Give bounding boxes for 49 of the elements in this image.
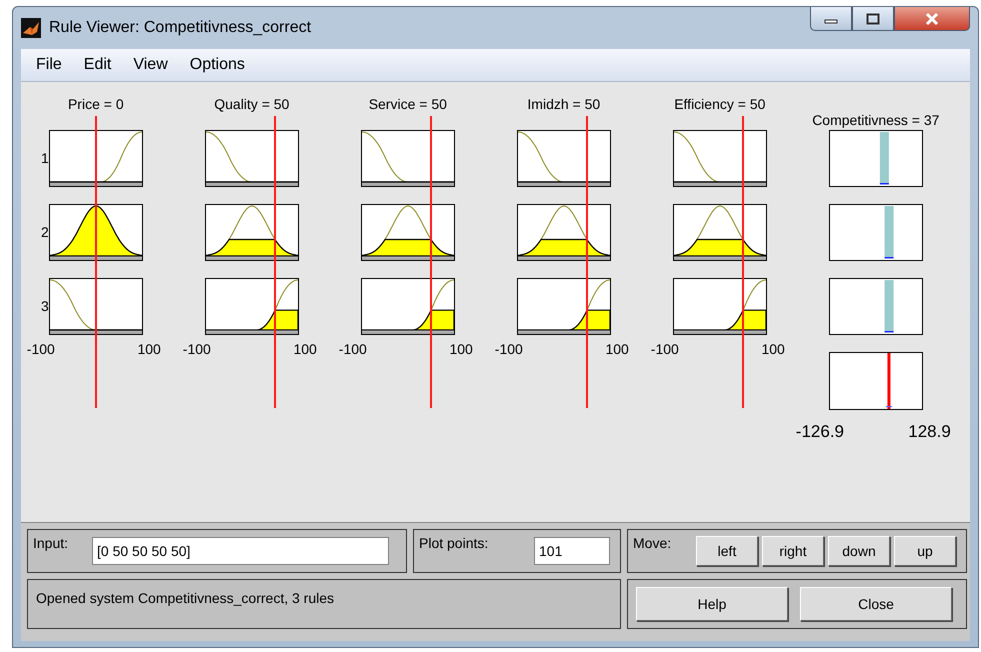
output-variable-label: Competitivness = 37 xyxy=(812,112,940,128)
input-variable-label: Quality = 50 xyxy=(214,96,290,112)
move-button[interactable]: up xyxy=(894,536,956,566)
rule-number: 1 xyxy=(41,150,49,166)
axis-min-label: -126.9 xyxy=(796,422,844,442)
status-text: Opened system Competitivness_correct, 3 rules xyxy=(36,590,334,606)
axis-min-label: -100 xyxy=(182,341,211,357)
axis-max-label: 100 xyxy=(761,341,785,357)
input-value-line[interactable] xyxy=(274,116,276,408)
move-label: Move: xyxy=(633,535,672,551)
axis-max-label: 100 xyxy=(605,341,629,357)
rule-number: 2 xyxy=(41,224,49,240)
move-button[interactable]: down xyxy=(828,536,890,566)
input-value-line[interactable] xyxy=(94,116,97,408)
action-button[interactable]: Close xyxy=(800,587,952,621)
menu-item[interactable]: Edit xyxy=(72,52,122,78)
app-logo-icon xyxy=(21,18,41,38)
menu-item[interactable]: View xyxy=(122,52,179,78)
input-variable-label: Efficiency = 50 xyxy=(674,96,766,112)
close-button[interactable] xyxy=(894,7,970,31)
axis-max-label: 100 xyxy=(137,341,161,357)
move-button[interactable]: right xyxy=(762,536,824,566)
input-value-line[interactable] xyxy=(430,116,432,408)
maximize-icon xyxy=(866,12,880,24)
axis-min-label: -100 xyxy=(494,341,523,357)
axis-min-label: -100 xyxy=(338,341,367,357)
axis-max-label: 100 xyxy=(449,341,473,357)
move-button[interactable]: left xyxy=(696,536,758,566)
action-button[interactable]: Help xyxy=(636,587,788,621)
plot-points-field[interactable]: 101 xyxy=(534,537,610,565)
input-variable-label: Imidzh = 50 xyxy=(527,96,600,112)
menu-item[interactable]: Options xyxy=(178,52,256,78)
input-value-line[interactable] xyxy=(586,116,588,408)
minimize-button[interactable] xyxy=(810,7,852,31)
maximize-button[interactable] xyxy=(852,7,894,31)
close-icon xyxy=(924,12,940,26)
axis-min-label: -100 xyxy=(26,341,55,357)
input-variable-label: Service = 50 xyxy=(368,96,447,112)
input-value-line[interactable] xyxy=(742,116,744,408)
input-variable-label: Price = 0 xyxy=(68,96,124,112)
axis-max-label: 128.9 xyxy=(908,422,951,442)
plot-points-label: Plot points: xyxy=(419,535,488,551)
input-field[interactable]: [0 50 50 50 50] xyxy=(92,537,389,565)
window-title: Rule Viewer: Competitivness_correct xyxy=(49,19,312,37)
rule-number: 3 xyxy=(41,298,49,314)
axis-max-label: 100 xyxy=(293,341,317,357)
menu-item[interactable]: File xyxy=(25,52,73,78)
input-label: Input: xyxy=(33,535,68,551)
axis-min-label: -100 xyxy=(650,341,679,357)
